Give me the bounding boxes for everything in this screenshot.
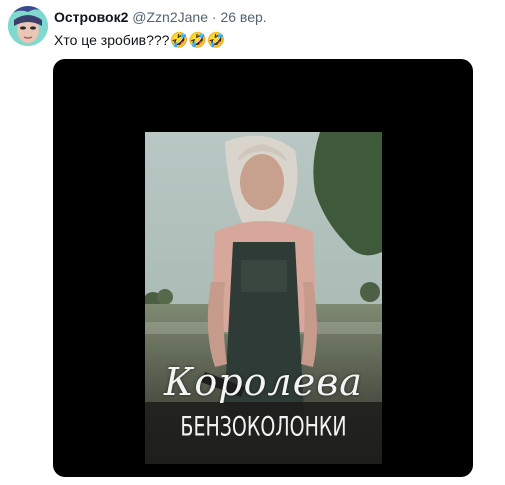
separator-dot: · [211, 9, 217, 25]
tweet-text: Хто це зробив???🤣🤣🤣 [54, 30, 225, 51]
author-handle[interactable]: @Zzn2Jane [132, 9, 208, 25]
tweet-media[interactable]: Королева БЕНЗОКОЛОНКИ [53, 59, 473, 477]
laughing-emoji-icon: 🤣🤣🤣 [169, 32, 226, 49]
poster-title-script: Королева [164, 360, 363, 404]
tweet-header: Островок2 @Zzn2Jane · 26 вер. [54, 8, 267, 26]
tweet-text-body: Хто це зробив??? [54, 32, 170, 48]
tweet-date[interactable]: 26 вер. [220, 9, 266, 25]
poster-title-block: БЕНЗОКОЛОНКИ [180, 411, 347, 443]
movie-poster-image: Королева БЕНЗОКОЛОНКИ [145, 132, 382, 464]
avatar[interactable] [8, 6, 48, 46]
author-name[interactable]: Островок2 [54, 9, 128, 25]
